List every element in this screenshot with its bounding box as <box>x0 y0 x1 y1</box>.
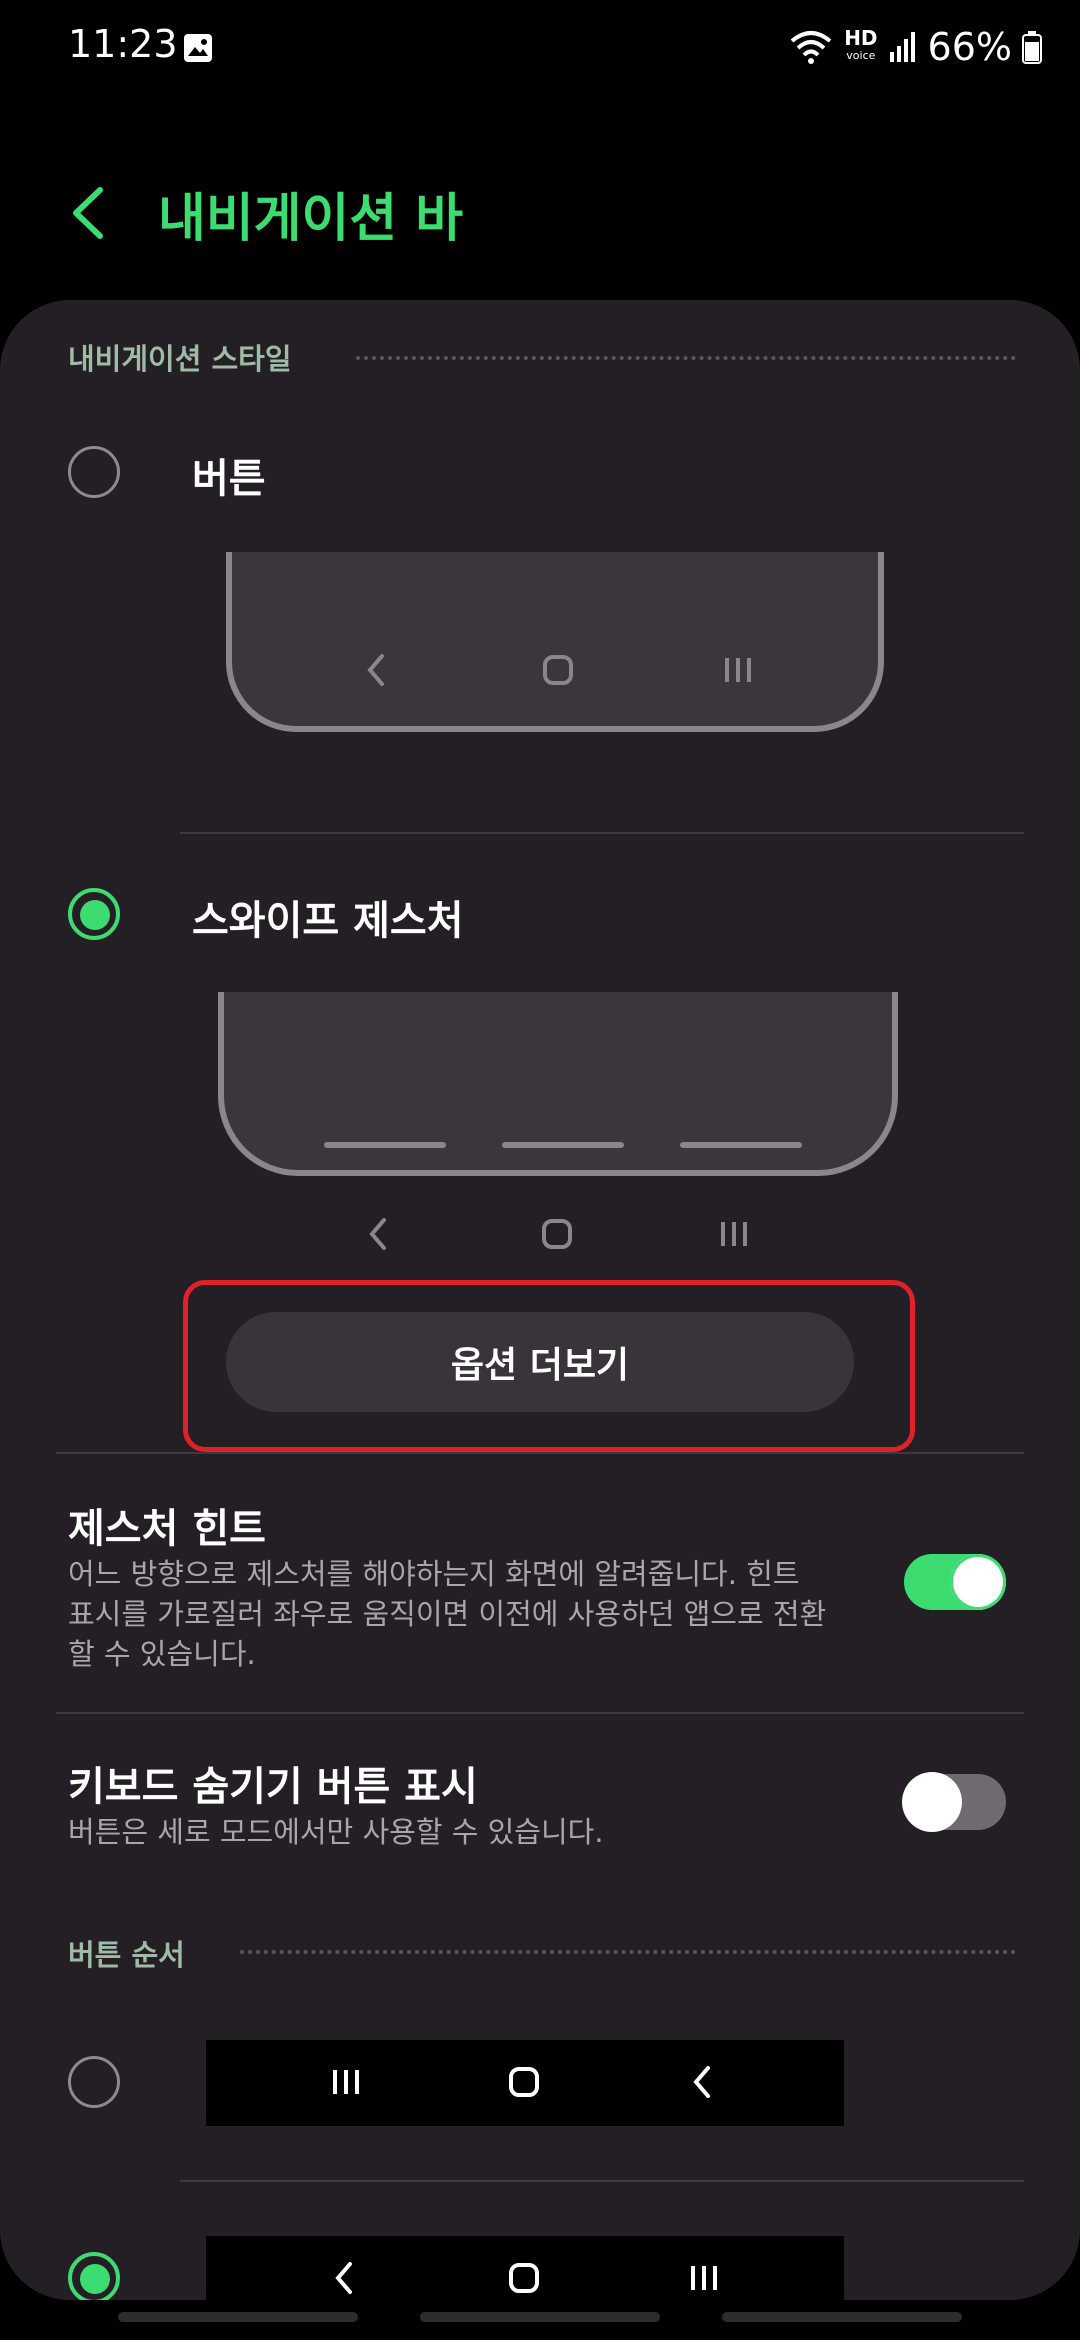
option-divider <box>180 832 1024 834</box>
gesture-hint-description: 어느 방향으로 제스처를 해야하는지 화면에 알려줍니다. 힌트 표시를 가로질… <box>68 1557 827 1671</box>
button-order-preview-1[interactable] <box>206 2040 844 2126</box>
recents-icon <box>333 2070 359 2094</box>
radio-buttons-style[interactable] <box>68 446 120 498</box>
section-title: 버튼 순서 <box>68 1938 185 1972</box>
recents-icon <box>691 2266 717 2290</box>
setting-divider <box>56 1712 1024 1714</box>
home-icon <box>509 2263 539 2293</box>
gesture-hint-pill <box>680 1142 802 1148</box>
section-divider <box>240 1950 1016 1954</box>
status-time: 11:23 <box>68 22 178 66</box>
option-label-swipe-gestures[interactable]: 스와이프 제스처 <box>192 888 464 946</box>
section-header-navigation-style: 내비게이션 스타일 <box>68 336 292 378</box>
gesture-pill[interactable] <box>722 2312 962 2322</box>
highlight-box <box>183 1280 915 1452</box>
keyboard-hide-description: 버튼은 세로 모드에서만 사용할 수 있습니다. <box>68 1815 604 1849</box>
gesture-hint-pill <box>502 1142 624 1148</box>
radio-button-order-1[interactable] <box>68 2056 120 2108</box>
back-icon <box>693 2066 710 2098</box>
back-icon <box>335 2262 352 2294</box>
status-icons: HD voice 66% <box>788 22 1042 72</box>
section-header-button-order: 버튼 순서 <box>68 1932 185 1974</box>
system-gesture-bar <box>0 2300 1080 2340</box>
section-divider <box>356 356 1016 360</box>
section-title: 내비게이션 스타일 <box>68 342 292 376</box>
option-label-buttons[interactable]: 버튼 <box>192 446 266 504</box>
voice-label: voice <box>846 49 876 62</box>
button-order-preview-2[interactable] <box>206 2236 844 2300</box>
status-bar: 11:23 HD voice 66% <box>0 0 1080 100</box>
home-icon <box>509 2067 539 2097</box>
home-icon <box>543 655 573 685</box>
gesture-pill[interactable] <box>118 2312 358 2322</box>
recents-icon <box>725 658 751 682</box>
toggle-knob <box>950 1554 1006 1610</box>
app-bar: 내비게이션 바 <box>0 150 1080 270</box>
back-icon <box>369 1218 386 1250</box>
gesture-pill[interactable] <box>420 2312 660 2322</box>
toggle-knob <box>902 1772 962 1832</box>
buttons-preview[interactable] <box>226 552 884 732</box>
gesture-hint-title[interactable]: 제스처 힌트 <box>68 1496 266 1554</box>
keyboard-hide-title[interactable]: 키보드 숨기기 버튼 표시 <box>68 1754 478 1812</box>
wifi-icon <box>790 31 832 64</box>
page-title: 내비게이션 바 <box>158 189 464 249</box>
option-divider <box>180 2180 1024 2182</box>
chevron-left-icon[interactable] <box>54 178 124 248</box>
gesture-hint-pill <box>324 1142 446 1148</box>
radio-button-order-2[interactable] <box>68 2252 120 2300</box>
keyboard-hide-toggle[interactable] <box>902 1772 1006 1832</box>
battery-percent: 66% <box>927 25 1012 69</box>
gallery-icon <box>184 34 212 62</box>
recents-icon <box>721 1222 747 1246</box>
radio-swipe-gestures[interactable] <box>68 888 120 940</box>
back-icon <box>367 654 384 686</box>
section-divider-line <box>56 1452 1024 1454</box>
battery-icon <box>1022 31 1042 64</box>
home-icon <box>542 1219 572 1249</box>
swipe-gestures-preview[interactable] <box>218 992 898 1176</box>
gesture-hint-toggle[interactable] <box>904 1554 1006 1610</box>
hd-voice-icon: HD voice <box>844 28 877 65</box>
signal-icon <box>889 32 915 62</box>
settings-panel: 내비게이션 스타일 버튼 스와이프 제스처 옵션 더보기 제스처 힌트 어느 방 <box>0 300 1080 2300</box>
